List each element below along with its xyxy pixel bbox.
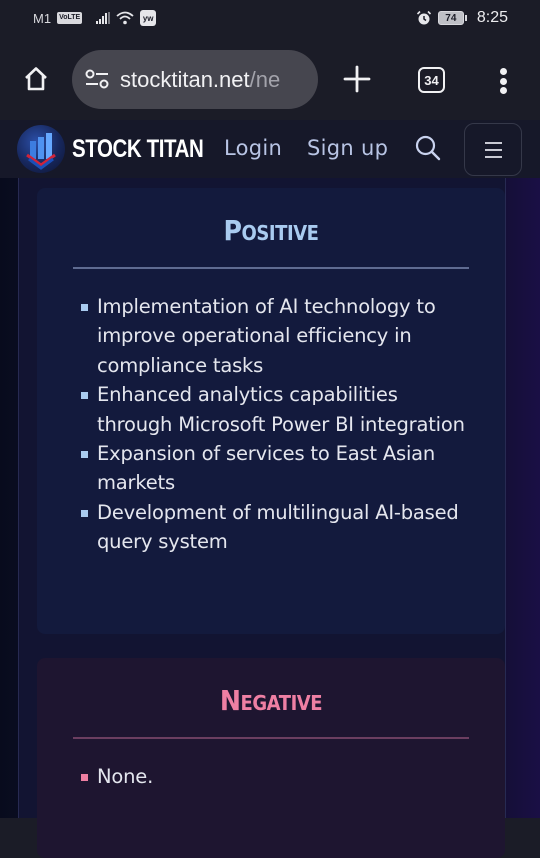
browser-toolbar: stocktitan.net/ne 34	[0, 40, 540, 120]
home-icon	[25, 67, 47, 91]
browser-menu-button[interactable]	[495, 66, 511, 96]
wifi-icon	[116, 11, 134, 25]
battery-icon: 74	[437, 11, 467, 25]
logo-text: STOCK TITAN	[72, 134, 204, 163]
site-logo[interactable]: STOCK TITAN	[17, 125, 232, 173]
page-content: Positive Implementation of AI technology…	[0, 178, 540, 858]
positive-card: Positive Implementation of AI technology…	[37, 188, 505, 634]
negative-list: None.	[79, 762, 469, 791]
url-path: /ne	[249, 66, 281, 92]
list-item: Enhanced analytics capabilities through …	[79, 380, 469, 439]
status-bar: M1 VoLTE yw 74 8:25	[0, 0, 540, 40]
list-item: Expansion of services to East Asian mark…	[79, 439, 469, 498]
negative-divider	[73, 737, 469, 739]
signal-icon	[96, 12, 111, 24]
url-domain: stocktitan.net	[120, 66, 250, 92]
logo-icon	[17, 125, 65, 173]
hamburger-menu-button[interactable]	[464, 123, 522, 176]
site-header: STOCK TITAN Login Sign up	[0, 120, 540, 178]
address-bar[interactable]: stocktitan.net/ne	[72, 50, 318, 109]
search-icon[interactable]	[414, 134, 442, 162]
carrier-label: M1	[33, 10, 52, 26]
list-item: Implementation of AI technology to impro…	[79, 292, 469, 380]
tab-switcher-button[interactable]: 34	[418, 67, 445, 93]
positive-divider	[73, 267, 469, 269]
login-link[interactable]: Login	[224, 136, 282, 160]
volte-badge: VoLTE	[57, 12, 83, 24]
positive-list: Implementation of AI technology to impro…	[79, 292, 469, 557]
status-left: M1 VoLTE yw	[33, 10, 157, 26]
negative-title: Negative	[219, 684, 323, 717]
home-button[interactable]	[20, 63, 52, 95]
url-text[interactable]: stocktitan.net/ne	[120, 67, 280, 93]
battery-level: 74	[437, 11, 464, 25]
signup-link[interactable]: Sign up	[307, 136, 388, 160]
negative-card: Negative None.	[37, 658, 505, 858]
list-item: Development of multilingual AI-based que…	[79, 498, 469, 557]
list-item: None.	[79, 762, 469, 791]
alarm-icon	[416, 10, 431, 25]
new-tab-button[interactable]	[342, 64, 372, 94]
content-column: Positive Implementation of AI technology…	[18, 178, 506, 858]
tune-icon[interactable]	[84, 69, 110, 91]
positive-title: Positive	[223, 214, 319, 247]
app-notification-icon: yw	[140, 10, 157, 26]
clock: 8:25	[476, 9, 508, 26]
status-right: 74 8:25	[416, 9, 508, 27]
